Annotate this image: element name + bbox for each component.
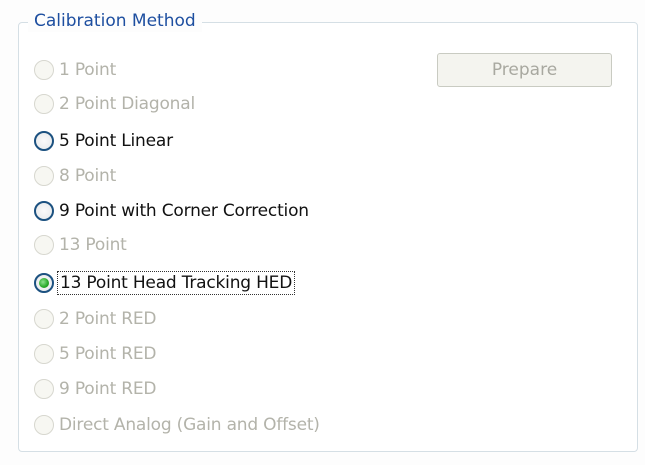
- radio-option-label: 8 Point: [59, 166, 117, 186]
- radio-option-8-point[interactable]: 8 Point: [34, 161, 116, 191]
- radio-option-label: 13 Point: [59, 235, 127, 255]
- radio-option-9-point-red[interactable]: 9 Point RED: [34, 374, 156, 404]
- radio-option-13-point[interactable]: 13 Point: [34, 230, 127, 260]
- radio-option-label: 9 Point RED: [59, 379, 157, 399]
- radio-button-icon[interactable]: [34, 344, 54, 364]
- radio-option-5-point-linear[interactable]: 5 Point Linear: [34, 126, 173, 156]
- radio-button-icon[interactable]: [34, 201, 54, 221]
- radio-option-label: 2 Point Diagonal: [59, 94, 195, 114]
- radio-button-icon[interactable]: [34, 166, 54, 186]
- radio-option-label: Direct Analog (Gain and Offset): [59, 415, 320, 435]
- radio-button-icon[interactable]: [34, 273, 54, 293]
- radio-option-9-point-corner-correction[interactable]: 9 Point with Corner Correction: [34, 196, 309, 226]
- radio-option-1-point[interactable]: 1 Point: [34, 55, 116, 85]
- radio-option-label: 13 Point Head Tracking HED: [56, 271, 296, 295]
- radio-button-icon[interactable]: [34, 415, 54, 435]
- radio-option-label: 1 Point: [59, 60, 117, 80]
- radio-button-icon[interactable]: [34, 131, 54, 151]
- radio-button-icon[interactable]: [34, 94, 54, 114]
- radio-option-direct-analog[interactable]: Direct Analog (Gain and Offset): [34, 410, 320, 440]
- radio-button-icon[interactable]: [34, 235, 54, 255]
- radio-option-5-point-red[interactable]: 5 Point RED: [34, 339, 156, 369]
- radio-button-icon[interactable]: [34, 60, 54, 80]
- radio-option-label: 5 Point Linear: [59, 131, 173, 151]
- radio-button-icon[interactable]: [34, 379, 54, 399]
- radio-button-icon[interactable]: [34, 309, 54, 329]
- radio-option-2-point-red[interactable]: 2 Point RED: [34, 304, 156, 334]
- radio-option-2-point-diagonal[interactable]: 2 Point Diagonal: [34, 89, 195, 119]
- radio-option-label: 5 Point RED: [59, 344, 157, 364]
- groupbox-title: Calibration Method: [28, 10, 202, 32]
- radio-option-13-point-head-tracking-hed[interactable]: 13 Point Head Tracking HED: [34, 268, 296, 298]
- radio-option-label: 2 Point RED: [59, 309, 157, 329]
- radio-option-label: 9 Point with Corner Correction: [59, 201, 309, 221]
- prepare-button[interactable]: Prepare: [437, 53, 612, 87]
